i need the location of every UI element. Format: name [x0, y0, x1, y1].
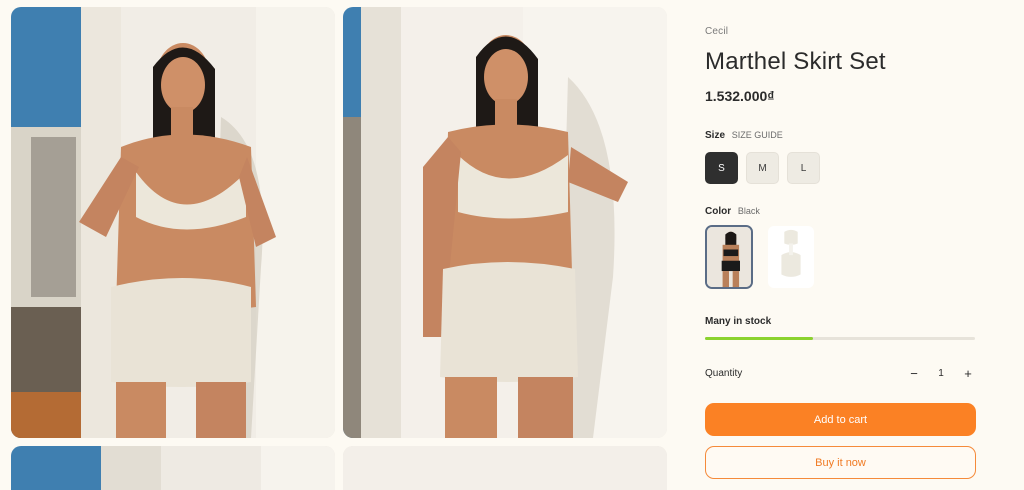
plus-icon[interactable]: +	[958, 363, 978, 383]
minus-icon[interactable]: −	[904, 363, 924, 383]
size-option-s[interactable]: S	[705, 152, 738, 184]
product-image-3[interactable]	[11, 446, 335, 490]
color-selector	[705, 225, 815, 289]
color-selected-value: Black	[737, 206, 760, 216]
stock-level-fill	[705, 337, 813, 340]
quantity-label: Quantity	[705, 368, 743, 379]
size-selector: S M L	[705, 152, 820, 184]
product-image-4[interactable]	[343, 446, 667, 490]
size-option-l[interactable]: L	[787, 152, 820, 184]
product-price: 1.532.000₫	[705, 88, 775, 104]
quantity-value[interactable]: 1	[938, 368, 944, 379]
size-option-m[interactable]: M	[746, 152, 779, 184]
quantity-stepper: − 1 +	[904, 362, 978, 384]
color-swatch-black[interactable]	[705, 225, 753, 289]
color-swatch-cream[interactable]	[767, 225, 815, 289]
product-image-2[interactable]	[343, 7, 667, 438]
size-label-row: Size SIZE GUIDE	[705, 130, 783, 141]
product-image-1[interactable]	[11, 7, 335, 438]
product-title: Marthel Skirt Set	[705, 48, 886, 75]
size-label: Size	[705, 130, 726, 141]
product-vendor: Cecil	[705, 26, 729, 37]
stock-status: Many in stock	[705, 316, 772, 327]
buy-now-button[interactable]: Buy it now	[705, 446, 976, 479]
add-to-cart-button[interactable]: Add to cart	[705, 403, 976, 436]
stock-level-bar	[705, 337, 975, 340]
size-guide-link[interactable]: SIZE GUIDE	[732, 130, 783, 140]
color-label: Color	[705, 206, 732, 217]
color-label-row: Color Black	[705, 206, 760, 217]
